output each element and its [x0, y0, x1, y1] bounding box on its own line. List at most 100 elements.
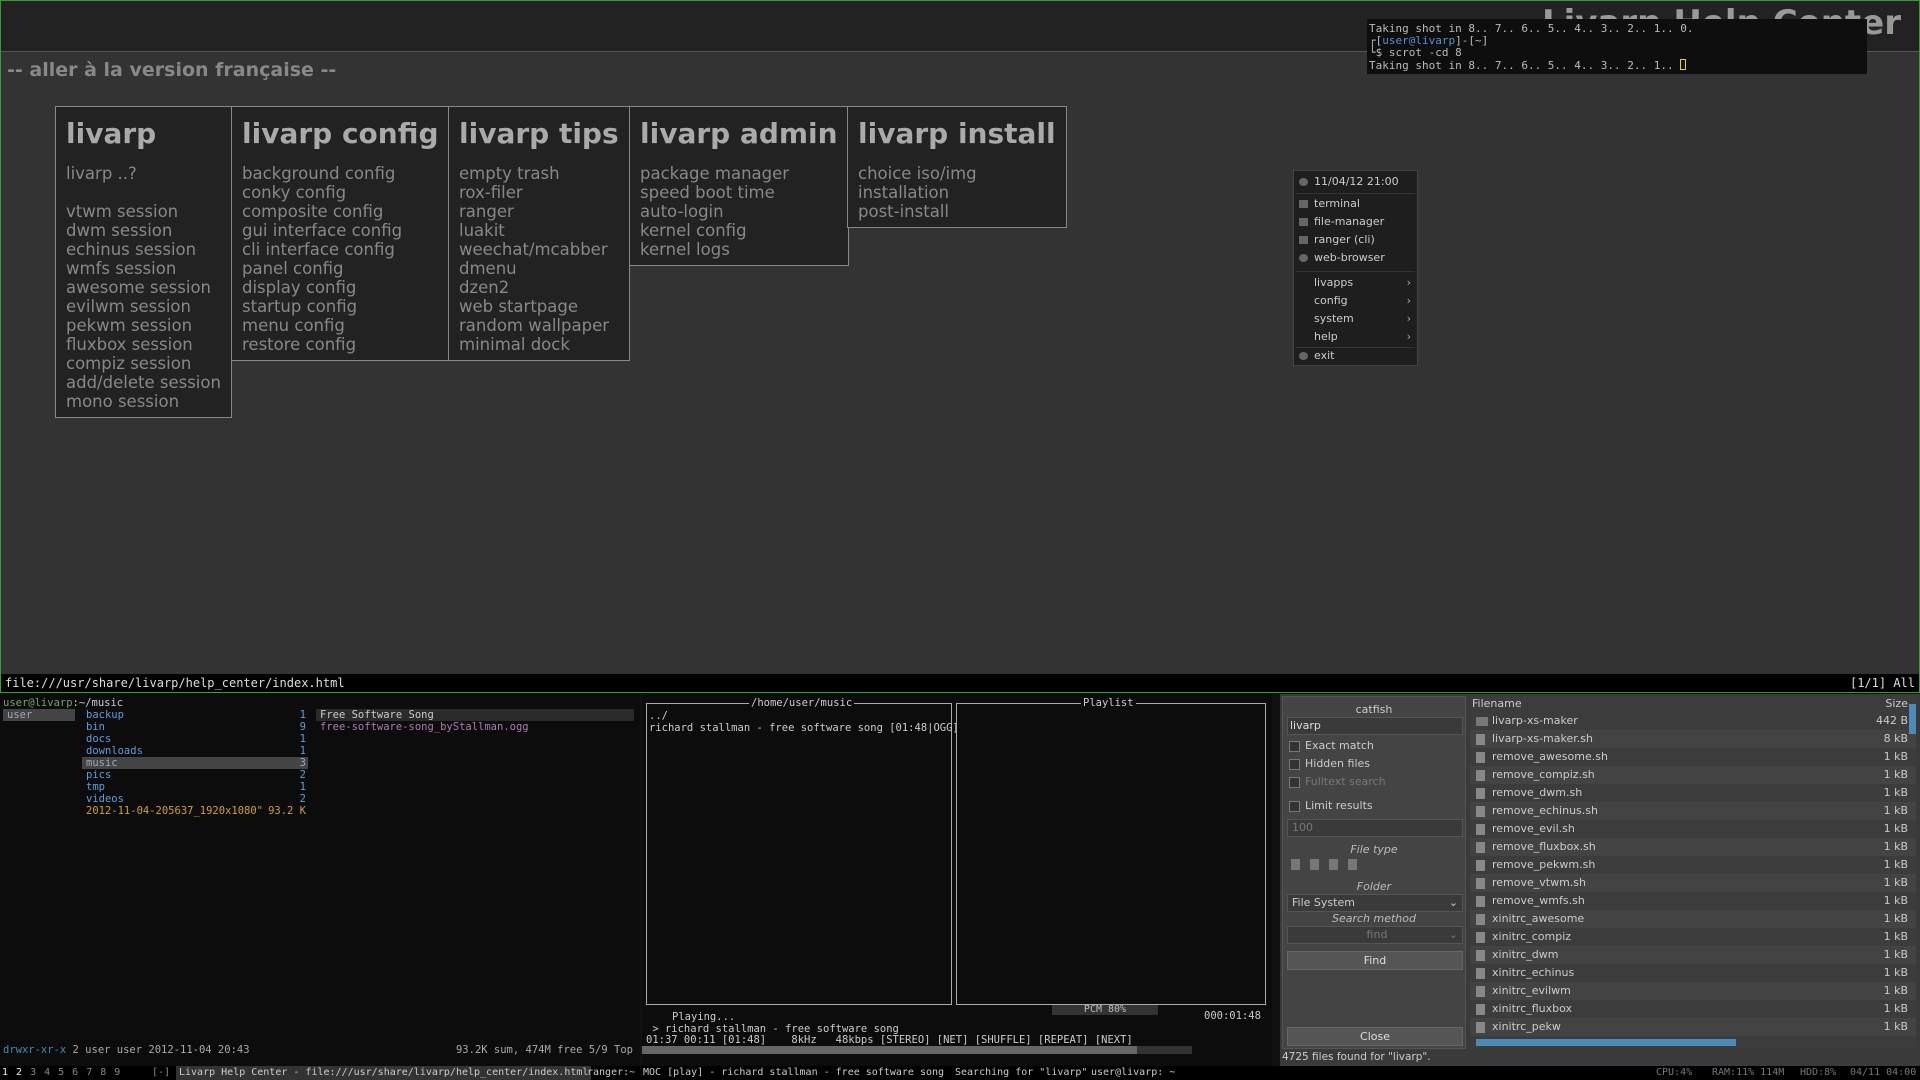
size-column-header[interactable]: Size	[1885, 696, 1908, 712]
workspace-9[interactable]: 9	[114, 1066, 120, 1080]
menu-item-terminal[interactable]: terminal	[1294, 195, 1417, 213]
vertical-scrollbar[interactable]	[1909, 704, 1916, 734]
help-link[interactable]: dwm session	[66, 221, 221, 240]
help-link[interactable]: choice iso/img	[858, 164, 1056, 183]
help-link[interactable]: speed boot time	[640, 183, 838, 202]
menu-item-file-manager[interactable]: file-manager	[1294, 213, 1417, 231]
list-item[interactable]: free-software-song_byStallman.ogg	[316, 721, 634, 733]
french-version-link[interactable]: -- aller à la version française --	[7, 59, 336, 81]
help-link[interactable]: cli interface config	[242, 240, 439, 259]
task-moc[interactable]: MOC [play] - richard stallman - free sof…	[640, 1066, 947, 1080]
document-icon[interactable]	[1291, 859, 1300, 870]
help-link[interactable]: vtwm session	[66, 202, 221, 221]
table-row[interactable]: remove_wmfs.sh 1 kB	[1470, 892, 1916, 910]
help-link[interactable]: composite config	[242, 202, 439, 221]
help-link[interactable]: random wallpaper	[459, 316, 619, 335]
task-ranger[interactable]: ranger:~	[584, 1066, 638, 1080]
volume-bar[interactable]: PCM 80%	[1052, 1005, 1158, 1015]
terminal-popup[interactable]: Taking shot in 8.. 7.. 6.. 5.. 4.. 3.. 2…	[1367, 19, 1867, 74]
workspace-1[interactable]: 1	[2, 1066, 8, 1080]
list-item[interactable]: Free Software Song	[316, 709, 634, 721]
help-link[interactable]: web startpage	[459, 297, 619, 316]
menu-item-config[interactable]: config ›	[1294, 292, 1417, 310]
help-link[interactable]: wmfs session	[66, 259, 221, 278]
help-link[interactable]: panel config	[242, 259, 439, 278]
list-item[interactable]: 2012-11-04-205637_1920x1080" 93.2 K	[82, 805, 308, 817]
table-row[interactable]: remove_vtwm.sh 1 kB	[1470, 874, 1916, 892]
menu-item-system[interactable]: system ›	[1294, 310, 1417, 328]
limit-spinner[interactable]: 100	[1287, 819, 1463, 837]
menu-item-ranger[interactable]: ranger (cli)	[1294, 231, 1417, 249]
table-row[interactable]: xinitrc_fluxbox 1 kB	[1470, 1000, 1916, 1018]
help-link[interactable]: auto-login	[640, 202, 838, 221]
table-row[interactable]: xinitrc_echinus 1 kB	[1470, 964, 1916, 982]
list-item[interactable]: richard stallman - free software song [0…	[649, 722, 959, 734]
list-item[interactable]: backup 1	[82, 709, 308, 721]
table-row[interactable]: remove_pekwm.sh 1 kB	[1470, 856, 1916, 874]
close-button[interactable]: Close	[1287, 1027, 1463, 1046]
help-link[interactable]: add/delete session	[66, 373, 221, 392]
filename-column-header[interactable]: Filename	[1472, 697, 1522, 710]
help-link[interactable]: background config	[242, 164, 439, 183]
list-item[interactable]: ../	[649, 710, 668, 722]
help-link[interactable]: kernel logs	[640, 240, 838, 259]
layout-indicator[interactable]: [-]	[152, 1066, 170, 1080]
table-row[interactable]: xinitrc_awesome 1 kB	[1470, 910, 1916, 928]
help-link[interactable]: post-install	[858, 202, 1056, 221]
help-link[interactable]: mono session	[66, 392, 221, 411]
video-icon[interactable]	[1348, 859, 1357, 870]
help-link[interactable]: restore config	[242, 335, 439, 354]
task-catfish[interactable]: Searching for "livarp"	[952, 1066, 1090, 1080]
checkbox[interactable]	[1289, 777, 1300, 788]
list-item[interactable]: bin 9	[82, 721, 308, 733]
help-link[interactable]: pekwm session	[66, 316, 221, 335]
exact-match-checkbox[interactable]: Exact match	[1289, 739, 1374, 753]
find-button[interactable]: Find	[1287, 951, 1463, 970]
menu-item-web-browser[interactable]: web-browser	[1294, 249, 1417, 267]
help-link[interactable]: luakit	[459, 221, 619, 240]
checkbox[interactable]	[1289, 801, 1300, 812]
menu-item-livapps[interactable]: livapps ›	[1294, 274, 1417, 292]
help-link[interactable]: echinus session	[66, 240, 221, 259]
table-row[interactable]: xinitrc_evilwm 1 kB	[1470, 982, 1916, 1000]
hidden-files-checkbox[interactable]: Hidden files	[1289, 757, 1370, 771]
workspace-8[interactable]: 8	[100, 1066, 106, 1080]
help-link[interactable]: installation	[858, 183, 1056, 202]
table-row[interactable]: remove_awesome.sh 1 kB	[1470, 748, 1916, 766]
menu-item-help[interactable]: help ›	[1294, 328, 1417, 346]
table-row[interactable]: livarp-xs-maker 442 B	[1470, 712, 1916, 730]
table-row[interactable]: remove_evil.sh 1 kB	[1470, 820, 1916, 838]
help-link[interactable]: conky config	[242, 183, 439, 202]
horizontal-scrollbar[interactable]	[1476, 1039, 1736, 1046]
help-link[interactable]: evilwm session	[66, 297, 221, 316]
help-link[interactable]: dzen2	[459, 278, 619, 297]
moc-player[interactable]: /home/user/music ../ richard stallman - …	[642, 694, 1272, 1066]
list-item[interactable]: docs 1	[82, 733, 308, 745]
search-input[interactable]: livarp	[1287, 717, 1463, 735]
table-row[interactable]: remove_dwm.sh 1 kB	[1470, 784, 1916, 802]
help-link[interactable]: awesome session	[66, 278, 221, 297]
table-row[interactable]: remove_fluxbox.sh 1 kB	[1470, 838, 1916, 856]
help-link[interactable]: startup config	[242, 297, 439, 316]
table-row[interactable]: xinitrc_dwm 1 kB	[1470, 946, 1916, 964]
help-link[interactable]: menu config	[242, 316, 439, 335]
fulltext-checkbox[interactable]: Fulltext search	[1289, 775, 1386, 789]
task-browser[interactable]: Livarp Help Center - file:///usr/share/l…	[176, 1066, 592, 1080]
table-row[interactable]: livarp-xs-maker.sh 8 kB	[1470, 730, 1916, 748]
help-link[interactable]: dmenu	[459, 259, 619, 278]
help-link[interactable]: rox-filer	[459, 183, 619, 202]
help-link[interactable]: package manager	[640, 164, 838, 183]
list-item[interactable]: pics 2	[82, 769, 308, 781]
workspace-3[interactable]: 3	[30, 1066, 36, 1080]
workspace-7[interactable]: 7	[86, 1066, 92, 1080]
list-item[interactable]: music 3	[82, 757, 308, 769]
workspace-4[interactable]: 4	[44, 1066, 50, 1080]
ranger-terminal[interactable]: user@livarp:~/music user backup 1 bin 9 docs…	[0, 694, 640, 1066]
moc-progress-bar[interactable]	[642, 1046, 1192, 1054]
list-item[interactable]: videos 2	[82, 793, 308, 805]
checkbox[interactable]	[1289, 759, 1300, 770]
table-row[interactable]: remove_echinus.sh 1 kB	[1470, 802, 1916, 820]
workspace-5[interactable]: 5	[58, 1066, 64, 1080]
help-link[interactable]: weechat/mcabber	[459, 240, 619, 259]
table-row[interactable]: xinitrc_compiz 1 kB	[1470, 928, 1916, 946]
